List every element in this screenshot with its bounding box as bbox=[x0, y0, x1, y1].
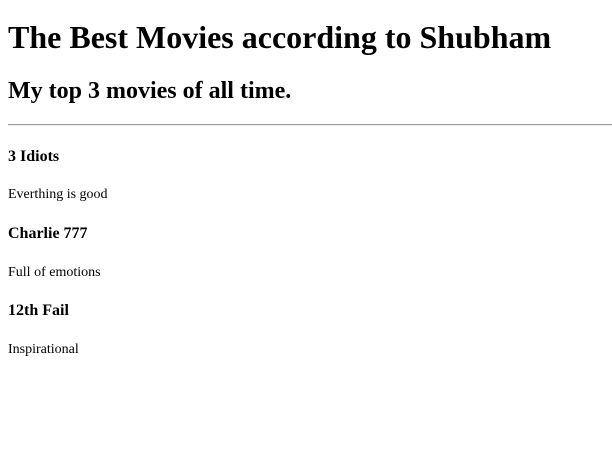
page-title: The Best Movies according to Shubham bbox=[8, 19, 552, 55]
movie-title-charlie-777: Charlie 777 bbox=[8, 225, 88, 242]
movie-title-3-idiots: 3 Idiots bbox=[8, 148, 60, 165]
horizontal-divider bbox=[8, 124, 612, 126]
movie-description-12th-fail: Inspirational bbox=[8, 342, 79, 357]
movie-title-12th-fail: 12th Fail bbox=[8, 302, 69, 319]
movie-description-charlie-777: Full of emotions bbox=[8, 265, 101, 280]
page-subtitle: My top 3 movies of all time. bbox=[8, 78, 292, 104]
movie-description-3-idiots: Everthing is good bbox=[8, 187, 108, 202]
